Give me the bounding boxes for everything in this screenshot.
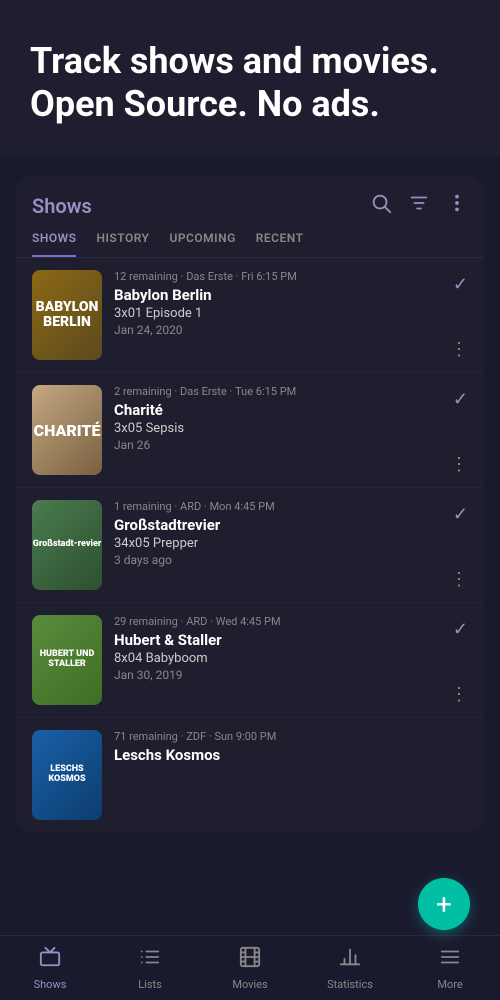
tv-icon: [39, 946, 61, 974]
bar-chart-icon: [339, 946, 361, 974]
overflow-menu-icon[interactable]: [446, 192, 468, 219]
hero-title: Track shows and movies. Open Source. No …: [30, 40, 470, 126]
item-overflow-icon[interactable]: ⋮: [450, 454, 468, 475]
nav-item-more[interactable]: More: [400, 946, 500, 991]
list-item: CHARITÉ 2 remaining · Das Erste · Tue 6:…: [16, 373, 484, 488]
show-date: Jan 30, 2019: [114, 668, 445, 682]
tab-recent[interactable]: RECENT: [256, 231, 304, 257]
more-icon: [439, 946, 461, 974]
show-poster: LESCHS KOSMOS: [32, 730, 102, 820]
show-meta: 2 remaining · Das Erste · Tue 6:15 PM: [114, 385, 445, 398]
show-name: Hubert & Staller: [114, 631, 445, 649]
tabs-bar: SHOWS HISTORY UPCOMING RECENT: [16, 219, 484, 258]
bottom-navigation: Shows Lists Movies Statistics More: [0, 935, 500, 1000]
show-poster: Großstadt-revier: [32, 500, 102, 590]
show-meta: 12 remaining · Das Erste · Fri 6:15 PM: [114, 270, 445, 283]
show-poster: CHARITÉ: [32, 385, 102, 475]
search-icon[interactable]: [370, 192, 392, 219]
list-item: LESCHS KOSMOS 71 remaining · ZDF · Sun 9…: [16, 718, 484, 832]
app-card: Shows SHOWS HISTORY UPCOMING RECENT: [16, 176, 484, 832]
tab-upcoming[interactable]: UPCOMING: [169, 231, 235, 257]
nav-item-movies[interactable]: Movies: [200, 946, 300, 991]
list-item: HUBERT UND STALLER 29 remaining · ARD · …: [16, 603, 484, 718]
item-overflow-icon[interactable]: ⋮: [450, 339, 468, 360]
nav-item-lists[interactable]: Lists: [100, 946, 200, 991]
list-item: BABYLON BERLIN 12 remaining · Das Erste …: [16, 258, 484, 373]
item-overflow-icon[interactable]: ⋮: [450, 569, 468, 590]
show-episode: 3x01 Episode 1: [114, 306, 445, 321]
nav-item-statistics[interactable]: Statistics: [300, 946, 400, 991]
show-episode: 34x05 Prepper: [114, 536, 445, 551]
filter-icon[interactable]: [408, 192, 430, 219]
film-icon: [239, 946, 261, 974]
tab-history[interactable]: HISTORY: [96, 231, 149, 257]
nav-label-statistics: Statistics: [327, 978, 373, 991]
show-meta: 71 remaining · ZDF · Sun 9:00 PM: [114, 730, 468, 743]
show-list: BABYLON BERLIN 12 remaining · Das Erste …: [16, 258, 484, 832]
check-icon[interactable]: ✓: [453, 274, 468, 295]
hero-section: Track shows and movies. Open Source. No …: [0, 0, 500, 156]
show-name: Leschs Kosmos: [114, 746, 468, 764]
card-title: Shows: [32, 194, 92, 218]
show-name: Großstadtrevier: [114, 516, 445, 534]
nav-label-more: More: [437, 978, 462, 991]
show-poster: BABYLON BERLIN: [32, 270, 102, 360]
show-meta: 1 remaining · ARD · Mon 4:45 PM: [114, 500, 445, 513]
nav-item-shows[interactable]: Shows: [0, 946, 100, 991]
show-date: 3 days ago: [114, 553, 445, 567]
show-date: Jan 24, 2020: [114, 323, 445, 337]
fab-add-button[interactable]: +: [418, 878, 470, 930]
nav-label-movies: Movies: [232, 978, 267, 991]
show-name: Charité: [114, 401, 445, 419]
tab-shows[interactable]: SHOWS: [32, 231, 76, 257]
list-icon: [139, 946, 161, 974]
show-name: Babylon Berlin: [114, 286, 445, 304]
check-icon[interactable]: ✓: [453, 619, 468, 640]
check-icon[interactable]: ✓: [453, 389, 468, 410]
show-episode: 3x05 Sepsis: [114, 421, 445, 436]
show-poster: HUBERT UND STALLER: [32, 615, 102, 705]
item-overflow-icon[interactable]: ⋮: [450, 684, 468, 705]
show-meta: 29 remaining · ARD · Wed 4:45 PM: [114, 615, 445, 628]
card-header: Shows: [16, 176, 484, 219]
show-episode: 8x04 Babyboom: [114, 651, 445, 666]
header-icons: [370, 192, 468, 219]
check-icon[interactable]: ✓: [453, 504, 468, 525]
nav-label-lists: Lists: [138, 978, 162, 991]
show-date: Jan 26: [114, 438, 445, 452]
list-item: Großstadt-revier 1 remaining · ARD · Mon…: [16, 488, 484, 603]
nav-label-shows: Shows: [34, 978, 67, 991]
